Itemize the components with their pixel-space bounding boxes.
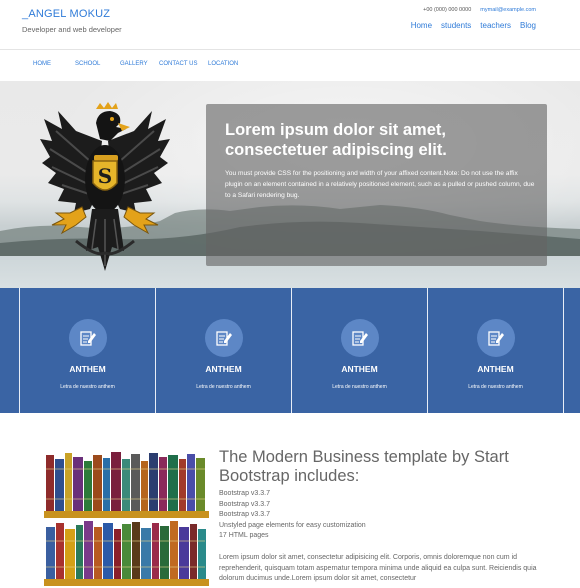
feature-card[interactable]: ANTHEM Letra de nuestro anthem — [428, 288, 563, 413]
edit-icon — [79, 331, 96, 346]
subnav-gallery[interactable]: GALLERY — [120, 61, 148, 67]
feature-icon-circle — [204, 319, 243, 357]
nav-home[interactable]: Home — [411, 21, 432, 30]
phone-number: +00 (000) 000 0000 — [423, 7, 472, 13]
subnav-location[interactable]: LOCATION — [208, 61, 238, 67]
top-header: _ANGEL MOKUZ Developer and web developer… — [0, 0, 580, 50]
feature-band: ANTHEM Letra de nuestro anthem ANTHEM Le… — [0, 288, 580, 413]
feature-title: ANTHEM — [341, 364, 378, 374]
hero-caption-panel: Lorem ipsum dolor sit amet, consectetuer… — [206, 104, 547, 266]
section-heading: The Modern Business template by Start Bo… — [219, 448, 509, 485]
feature-subtitle: Letra de nuestro anthem — [60, 384, 115, 390]
section-paragraph: Lorem ipsum dolor sit amet, consectetur … — [219, 554, 537, 582]
feature-title: ANTHEM — [69, 364, 106, 374]
hero-description: You must provide CSS for the positioning… — [225, 170, 535, 199]
hero-banner: S Lorem ipsum dolor sit amet, consectetu… — [0, 81, 580, 288]
feature-icon-circle — [340, 319, 379, 357]
list-item: Bootstrap v3.3.7 — [219, 511, 270, 518]
nav-teachers[interactable]: teachers — [480, 21, 511, 30]
bookshelf-image — [44, 452, 209, 586]
nav-students[interactable]: students — [441, 21, 471, 30]
brand-logo[interactable]: _ANGEL MOKUZ — [22, 8, 110, 20]
svg-text:S: S — [98, 164, 112, 188]
email-link[interactable]: mymail@example.com — [480, 7, 536, 13]
feature-title: ANTHEM — [205, 364, 242, 374]
edit-icon — [487, 331, 504, 346]
feature-subtitle: Letra de nuestro anthem — [468, 384, 523, 390]
tagline: Developer and web developer — [22, 25, 122, 34]
feature-list: Bootstrap v3.3.7 Bootstrap v3.3.7 Bootst… — [219, 489, 559, 542]
subnav-home[interactable]: HOME — [33, 61, 51, 67]
edit-icon — [215, 331, 232, 346]
list-item: Bootstrap v3.3.7 — [219, 490, 270, 497]
band-divider — [563, 288, 564, 413]
subnav-contact-us[interactable]: CONTACT US — [159, 61, 197, 67]
subnav-school[interactable]: SCHOOL — [75, 61, 100, 67]
feature-title: ANTHEM — [477, 364, 514, 374]
top-nav: Home students teachers Blog — [411, 21, 536, 30]
list-item: 17 HTML pages — [219, 532, 269, 539]
feature-card[interactable]: ANTHEM Letra de nuestro anthem — [156, 288, 291, 413]
hero-title: Lorem ipsum dolor sit amet, consectetuer… — [225, 121, 447, 159]
feature-subtitle: Letra de nuestro anthem — [196, 384, 251, 390]
list-item: Bootstrap v3.3.7 — [219, 500, 270, 508]
feature-card[interactable]: ANTHEM Letra de nuestro anthem — [20, 288, 155, 413]
feature-subtitle: Letra de nuestro anthem — [332, 384, 387, 390]
contact-info: +00 (000) 000 0000 mymail@example.com — [423, 7, 536, 13]
feature-icon-circle — [476, 319, 515, 357]
edit-icon — [351, 331, 368, 346]
feature-card[interactable]: ANTHEM Letra de nuestro anthem — [292, 288, 427, 413]
list-item: Unstyled page elements for easy customiz… — [219, 521, 366, 529]
secondary-nav: HOME SCHOOL GALLERY CONTACT US LOCATION — [0, 51, 580, 81]
feature-icon-circle — [68, 319, 107, 357]
eagle-crest-icon: S — [40, 102, 170, 271]
nav-blog[interactable]: Blog — [520, 21, 536, 30]
band-divider — [0, 288, 20, 413]
page: _ANGEL MOKUZ Developer and web developer… — [0, 0, 580, 588]
